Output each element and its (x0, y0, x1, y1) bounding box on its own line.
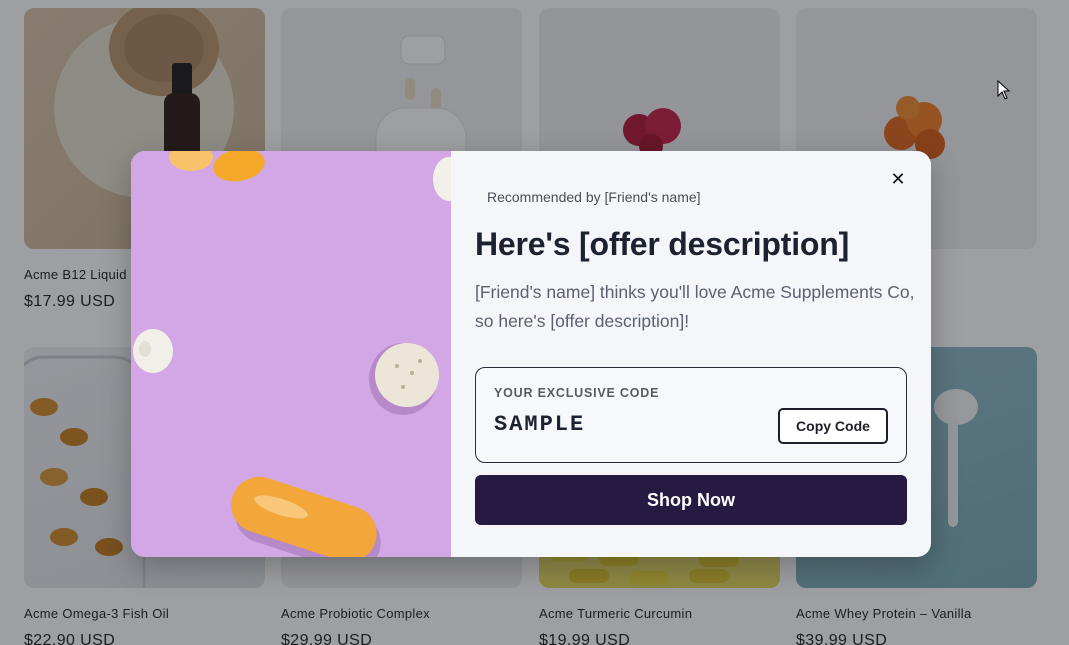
modal-content: ✕ Recommended by [Friend's name] Here's … (451, 151, 931, 557)
offer-description: [Friend's name] thinks you'll love Acme … (475, 282, 915, 331)
exclusive-code-box: YOUR EXCLUSIVE CODE SAMPLE Copy Code (475, 367, 907, 463)
referral-modal: ✕ Recommended by [Friend's name] Here's … (131, 151, 931, 557)
code-value[interactable]: SAMPLE (494, 412, 585, 437)
close-icon[interactable]: ✕ (887, 169, 909, 191)
offer-headline: Here's [offer description] (475, 226, 850, 262)
mouse-cursor-icon (997, 80, 1011, 100)
shop-now-button[interactable]: Shop Now (475, 475, 907, 525)
recommended-by-text: Recommended by [Friend's name] (487, 189, 701, 205)
hero-image (131, 151, 451, 557)
copy-code-button[interactable]: Copy Code (778, 408, 888, 444)
pills-illustration (133, 151, 451, 557)
code-label: YOUR EXCLUSIVE CODE (494, 386, 660, 400)
